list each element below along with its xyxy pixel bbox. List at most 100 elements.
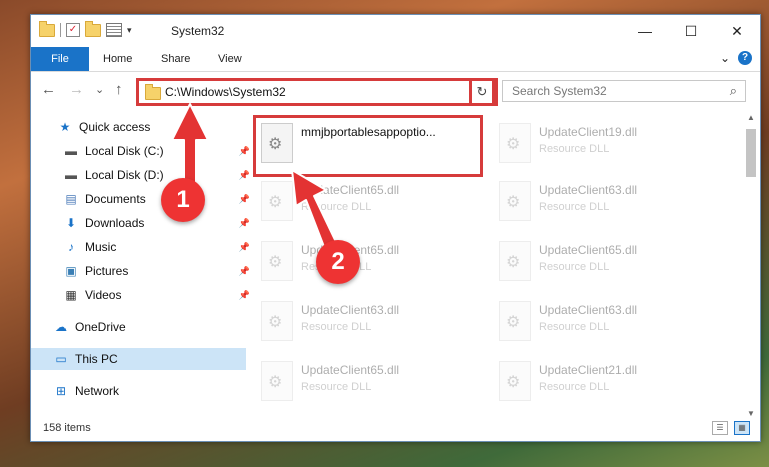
dll-file-icon xyxy=(499,361,531,401)
maximize-button[interactable]: ☐ xyxy=(668,15,714,47)
close-button[interactable]: ✕ xyxy=(714,15,760,47)
sidebar-item-label: Videos xyxy=(85,288,122,302)
details-view-icon[interactable]: ☰ xyxy=(712,421,728,435)
sidebar-item-onedrive[interactable]: ☁ OneDrive xyxy=(31,316,246,338)
sidebar-item-label: Local Disk (C:) xyxy=(85,144,164,158)
status-bar: 158 items ☰ ▦ xyxy=(31,415,760,441)
file-name: UpdateClient63.dll xyxy=(301,303,400,317)
tab-view[interactable]: View xyxy=(218,47,242,71)
expand-ribbon-icon[interactable]: ⌄ xyxy=(720,51,730,65)
file-name: UpdateClient65.dll xyxy=(301,183,400,197)
sidebar-item-quick-access[interactable]: ★ Quick access xyxy=(31,116,250,138)
file-item[interactable]: UpdateClient65.dll Resource DLL xyxy=(253,235,483,287)
up-arrow-icon[interactable]: ↑ xyxy=(115,81,123,98)
search-input[interactable]: Search System32 ⌕ xyxy=(502,80,746,102)
sidebar-item-local-disk-c[interactable]: ▬ Local Disk (C:) 📌 xyxy=(31,140,256,162)
file-explorer-window: ✓ ▾ System32 — ☐ ✕ File Home Share View … xyxy=(30,14,761,442)
sidebar-item-music[interactable]: ♪ Music 📌 xyxy=(31,236,256,258)
search-icon: ⌕ xyxy=(729,83,737,98)
customize-toolbar-icon[interactable]: ▾ xyxy=(127,25,132,36)
tab-share[interactable]: Share xyxy=(161,47,190,71)
navigation-pane: ★ Quick access ▬ Local Disk (C:) 📌 ▬ Loc… xyxy=(31,112,250,406)
drive-icon: ▬ xyxy=(65,168,77,182)
dll-file-icon xyxy=(499,301,531,341)
forward-arrow-icon[interactable]: → xyxy=(69,81,84,98)
drive-icon: ▬ xyxy=(65,144,77,158)
step-1-badge: 1 xyxy=(161,178,205,222)
file-type: Resource DLL xyxy=(539,201,610,213)
sidebar-item-label: Music xyxy=(85,240,117,254)
address-path: C:\Windows\System32 xyxy=(165,85,286,99)
vertical-scrollbar[interactable]: ▲ ▼ xyxy=(744,111,758,421)
file-item[interactable]: UpdateClient65.dll Resource DLL xyxy=(491,235,721,287)
file-item[interactable]: UpdateClient19.dll Resource DLL xyxy=(491,117,721,169)
help-icon[interactable]: ? xyxy=(738,51,752,65)
sidebar-item-local-disk-d[interactable]: ▬ Local Disk (D:) 📌 xyxy=(31,164,256,186)
sidebar-item-network[interactable]: ⊞ Network xyxy=(31,380,246,402)
star-icon: ★ xyxy=(59,120,71,134)
videos-icon: ▦ xyxy=(65,288,77,302)
sidebar-item-label: Network xyxy=(75,384,120,398)
file-name: UpdateClient63.dll xyxy=(539,303,638,317)
scroll-up-icon[interactable]: ▲ xyxy=(744,111,758,125)
file-type: Resource DLL xyxy=(539,143,610,155)
search-placeholder: Search System32 xyxy=(512,84,607,98)
file-type: Resource DLL xyxy=(539,321,610,333)
network-icon: ⊞ xyxy=(55,384,67,398)
sidebar-item-label: Documents xyxy=(85,192,146,206)
file-item[interactable]: UpdateClient65.dll Resource DLL xyxy=(253,175,483,227)
large-icons-view-icon[interactable]: ▦ xyxy=(734,421,750,435)
file-name: UpdateClient21.dll xyxy=(539,363,638,377)
ribbon-tabs: File Home Share View ⌄ ? xyxy=(31,47,760,72)
sidebar-item-pictures[interactable]: ▣ Pictures 📌 xyxy=(31,260,256,282)
sidebar-item-label: Quick access xyxy=(79,120,151,134)
scrollbar-thumb[interactable] xyxy=(746,129,756,177)
file-name: UpdateClient19.dll xyxy=(539,125,638,139)
minimize-button[interactable]: — xyxy=(622,15,668,47)
file-item[interactable]: UpdateClient63.dll Resource DLL xyxy=(491,175,721,227)
address-bar[interactable]: C:\Windows\System32 ⌄ xyxy=(136,78,498,106)
file-item[interactable]: UpdateClient63.dll Resource DLL xyxy=(253,295,483,347)
step-2-badge: 2 xyxy=(316,240,360,284)
sidebar-item-downloads[interactable]: ⬇ Downloads 📌 xyxy=(31,212,256,234)
file-type: Resource DLL xyxy=(301,321,372,333)
sidebar-item-label: OneDrive xyxy=(75,320,126,334)
separator xyxy=(60,23,61,37)
pictures-icon: ▣ xyxy=(65,264,77,278)
tab-home[interactable]: Home xyxy=(103,47,132,71)
dll-file-icon xyxy=(261,181,293,221)
dll-file-icon xyxy=(499,123,531,163)
file-item[interactable]: UpdateClient65.dll Resource DLL xyxy=(253,355,483,407)
dll-file-icon xyxy=(261,241,293,281)
folder-icon xyxy=(145,84,161,100)
dll-file-icon xyxy=(261,361,293,401)
dll-file-icon xyxy=(499,241,531,281)
tab-file[interactable]: File xyxy=(31,47,89,71)
file-type: Resource DLL xyxy=(539,261,610,273)
sidebar-item-videos[interactable]: ▦ Videos 📌 xyxy=(31,284,256,306)
sidebar-item-label: This PC xyxy=(75,352,118,366)
file-item[interactable]: UpdateClient21.dll Resource DLL xyxy=(491,355,721,407)
computer-icon: ▭ xyxy=(55,352,67,366)
file-name: UpdateClient65.dll xyxy=(539,243,638,257)
file-item[interactable]: UpdateClient63.dll Resource DLL xyxy=(491,295,721,347)
sidebar-item-documents[interactable]: ▤ Documents 📌 xyxy=(31,188,256,210)
sidebar-item-label: Downloads xyxy=(85,216,145,230)
refresh-button[interactable]: ↻ xyxy=(469,78,495,106)
title-bar: ✓ ▾ System32 — ☐ ✕ xyxy=(31,15,760,47)
item-count: 158 items xyxy=(43,422,91,434)
documents-icon: ▤ xyxy=(65,192,77,206)
navigation-bar: ← → ⌄ ↑ C:\Windows\System32 ⌄ ↻ Search S… xyxy=(31,72,760,106)
properties-icon[interactable] xyxy=(106,23,122,37)
back-arrow-icon[interactable]: ← xyxy=(41,81,56,98)
download-icon: ⬇ xyxy=(65,216,77,230)
file-name: UpdateClient65.dll xyxy=(301,363,400,377)
sidebar-item-label: Local Disk (D:) xyxy=(85,168,164,182)
folder-icon xyxy=(39,20,55,37)
sidebar-item-this-pc[interactable]: ▭ This PC xyxy=(31,348,246,370)
file-type: Resource DLL xyxy=(539,381,610,393)
dll-file-icon xyxy=(261,301,293,341)
new-folder-icon[interactable] xyxy=(85,20,101,37)
properties-check-icon[interactable]: ✓ xyxy=(66,23,80,37)
recent-locations-icon[interactable]: ⌄ xyxy=(95,83,104,96)
